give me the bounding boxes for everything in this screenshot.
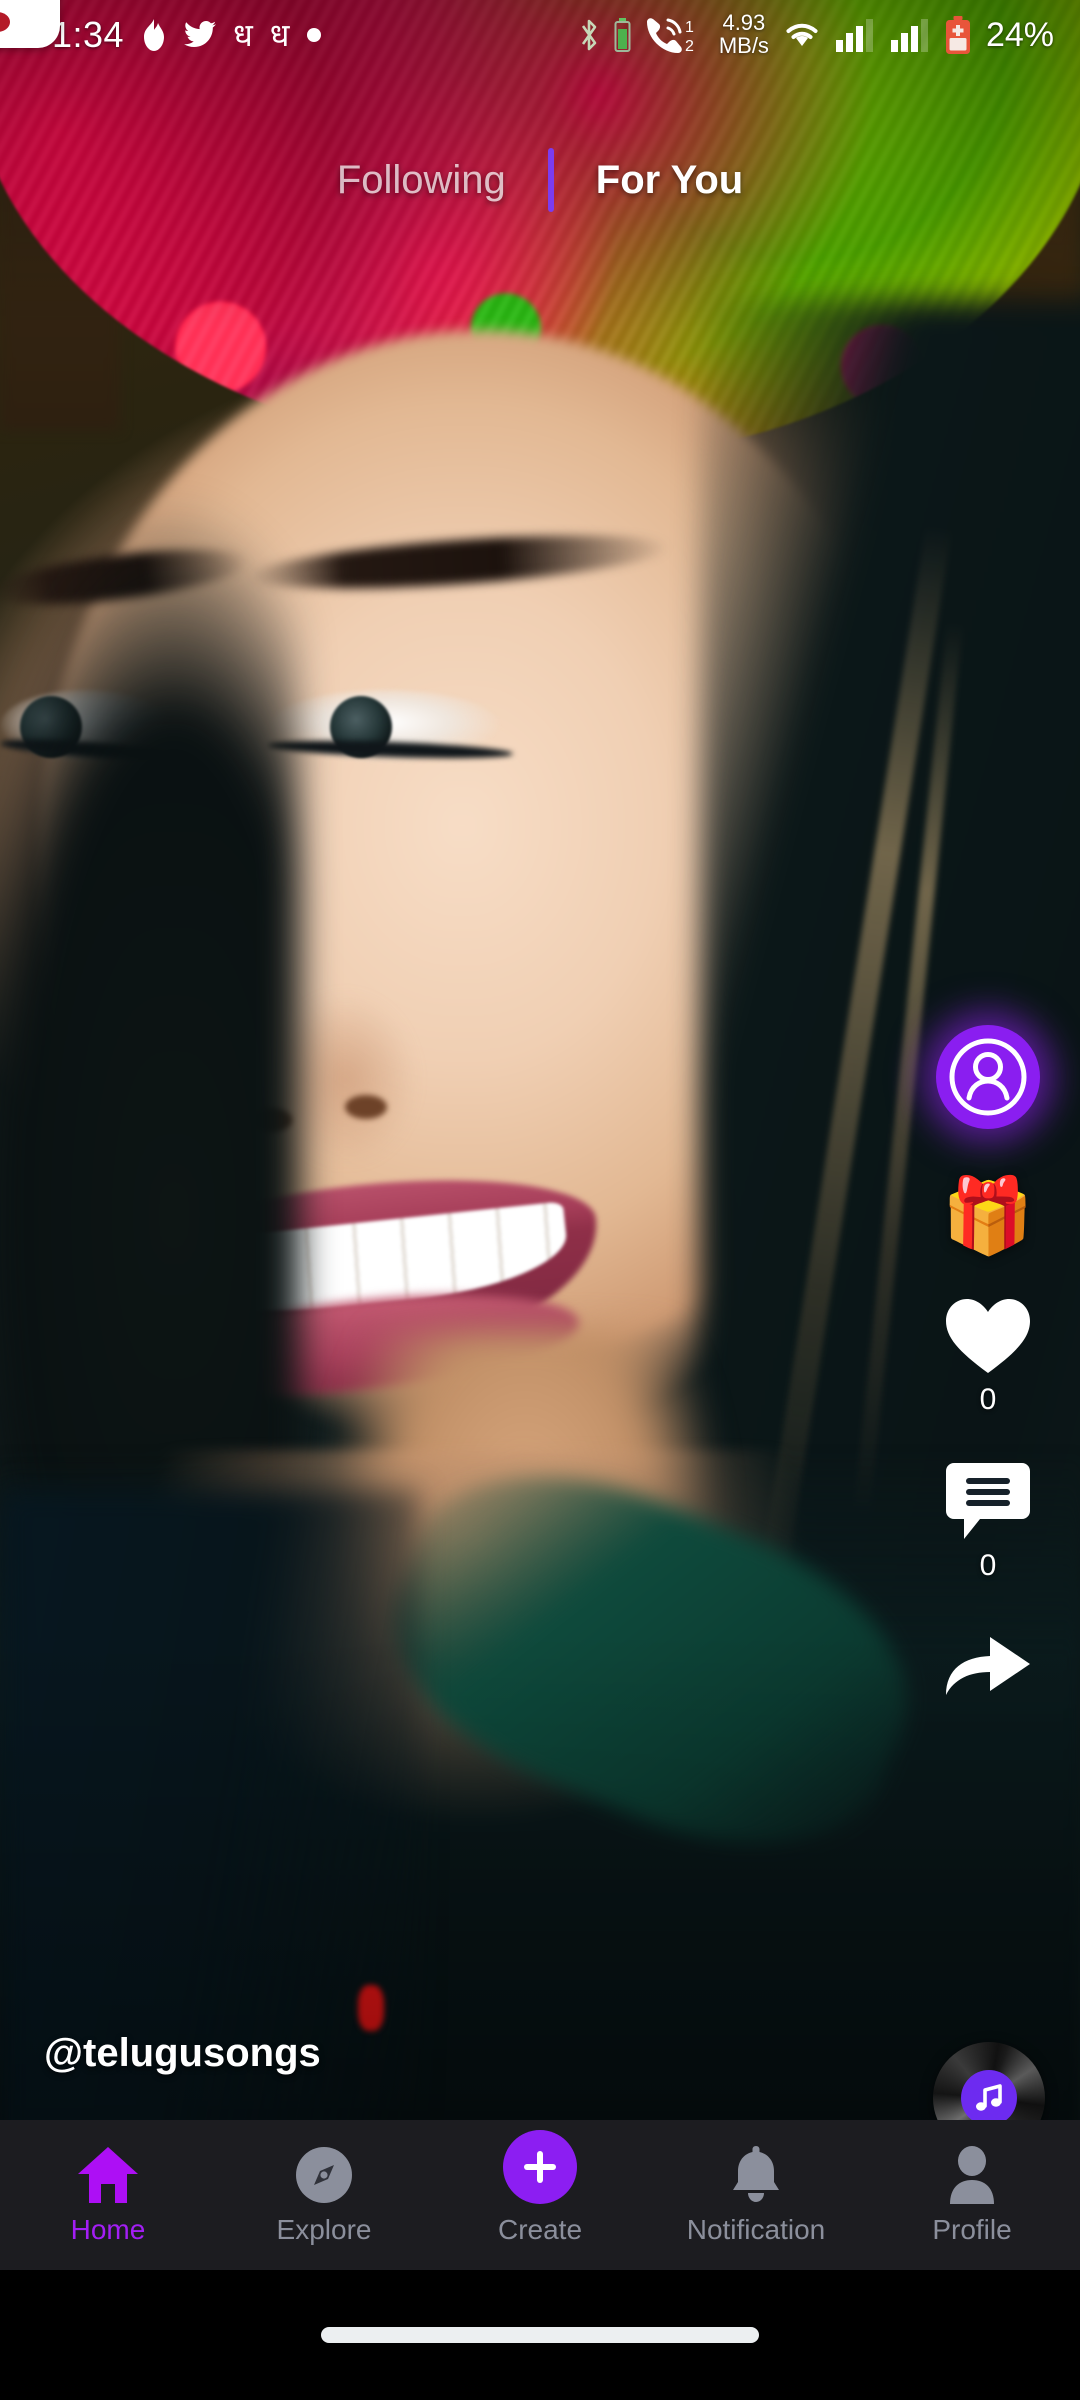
devanagari-notification-icon-2: ध <box>269 17 290 53</box>
network-speed-unit: MB/s <box>718 33 769 58</box>
bottom-navigation-bar: Home Explore Create Notification Profile <box>0 2120 1080 2270</box>
battery-charging-low-icon <box>945 16 971 54</box>
devanagari-notification-icon-1: ध <box>233 17 253 53</box>
feed-tab-bar: Following For You <box>0 148 1080 212</box>
comment-button[interactable]: 0 <box>944 1461 1032 1583</box>
like-count: 0 <box>979 1383 997 1416</box>
avatar[interactable] <box>936 1025 1040 1129</box>
twitter-bird-icon <box>184 21 217 49</box>
tab-following[interactable]: Following <box>295 158 548 203</box>
status-bar: 1:34 ध ध 1 2 4.93 MB/s 24% <box>0 0 1080 70</box>
create-circle[interactable] <box>503 2130 577 2204</box>
comment-count: 0 <box>979 1549 997 1582</box>
gift-button[interactable]: 🎁 <box>942 1179 1034 1253</box>
nav-item-create[interactable]: Create <box>432 2130 648 2246</box>
plus-icon <box>524 2151 556 2183</box>
tab-for-you[interactable]: For You <box>554 158 785 203</box>
svg-text:1: 1 <box>685 19 694 36</box>
create-button[interactable] <box>503 2130 577 2204</box>
nav-label-notification: Notification <box>686 2214 826 2245</box>
home-indicator-pill[interactable] <box>321 2327 759 2343</box>
bell-icon <box>729 2144 783 2204</box>
share-button[interactable] <box>942 1627 1034 1699</box>
nostril-right <box>345 1095 387 1119</box>
compass-icon <box>295 2144 353 2204</box>
nav-item-explore[interactable]: Explore <box>216 2144 432 2246</box>
action-rail: 🎁 0 0 <box>918 1025 1058 1699</box>
music-disc-center <box>961 2070 1017 2126</box>
video-author-handle[interactable]: @telugusongs <box>44 2031 321 2076</box>
call-forwarding-dual-sim-icon: 1 2 <box>644 16 706 54</box>
heart-icon <box>946 1299 1030 1373</box>
nav-label-create: Create <box>497 2214 583 2245</box>
bluetooth-icon <box>577 17 601 53</box>
floating-notification-bubble[interactable] <box>0 0 60 48</box>
nav-label-profile: Profile <box>932 2214 1012 2245</box>
profile-avatar-button[interactable] <box>936 1025 1040 1129</box>
network-speed-indicator: 4.93 MB/s <box>718 10 769 58</box>
status-bar-right-group: 1 2 4.93 MB/s 24% <box>577 10 1054 58</box>
more-notifications-dot-icon <box>306 27 322 43</box>
system-gesture-bar <box>0 2270 1080 2400</box>
phone-screen: 1:34 ध ध 1 2 4.93 MB/s 24% Following For… <box>0 0 1080 2400</box>
nav-label-explore: Explore <box>276 2214 372 2245</box>
home-icon <box>77 2144 139 2204</box>
network-speed-value: 4.93 <box>722 10 766 36</box>
signal-bars-sim1-icon <box>835 18 877 52</box>
nav-item-profile[interactable]: Profile <box>864 2144 1080 2246</box>
battery-percentage-label: 24% <box>985 15 1054 54</box>
nav-label-home: Home <box>70 2214 146 2245</box>
status-bar-clock: 1:34 <box>52 14 125 55</box>
battery-saver-icon <box>614 18 631 52</box>
tinder-flame-icon <box>141 19 167 51</box>
profile-avatar-icon <box>949 1038 1027 1116</box>
share-arrow-icon <box>946 1637 1030 1695</box>
gift-icon: 🎁 <box>941 1174 1035 1257</box>
red-accent-dot <box>358 1985 384 2031</box>
like-button[interactable]: 0 <box>944 1297 1032 1417</box>
person-icon <box>947 2144 997 2204</box>
comment-bubble-icon <box>946 1463 1030 1539</box>
nav-item-notification[interactable]: Notification <box>648 2144 864 2246</box>
nav-item-home[interactable]: Home <box>0 2144 216 2246</box>
svg-text:2: 2 <box>685 38 694 54</box>
wifi-icon <box>782 19 822 51</box>
signal-bars-sim2-icon <box>890 18 932 52</box>
music-note-icon <box>976 2084 1002 2111</box>
